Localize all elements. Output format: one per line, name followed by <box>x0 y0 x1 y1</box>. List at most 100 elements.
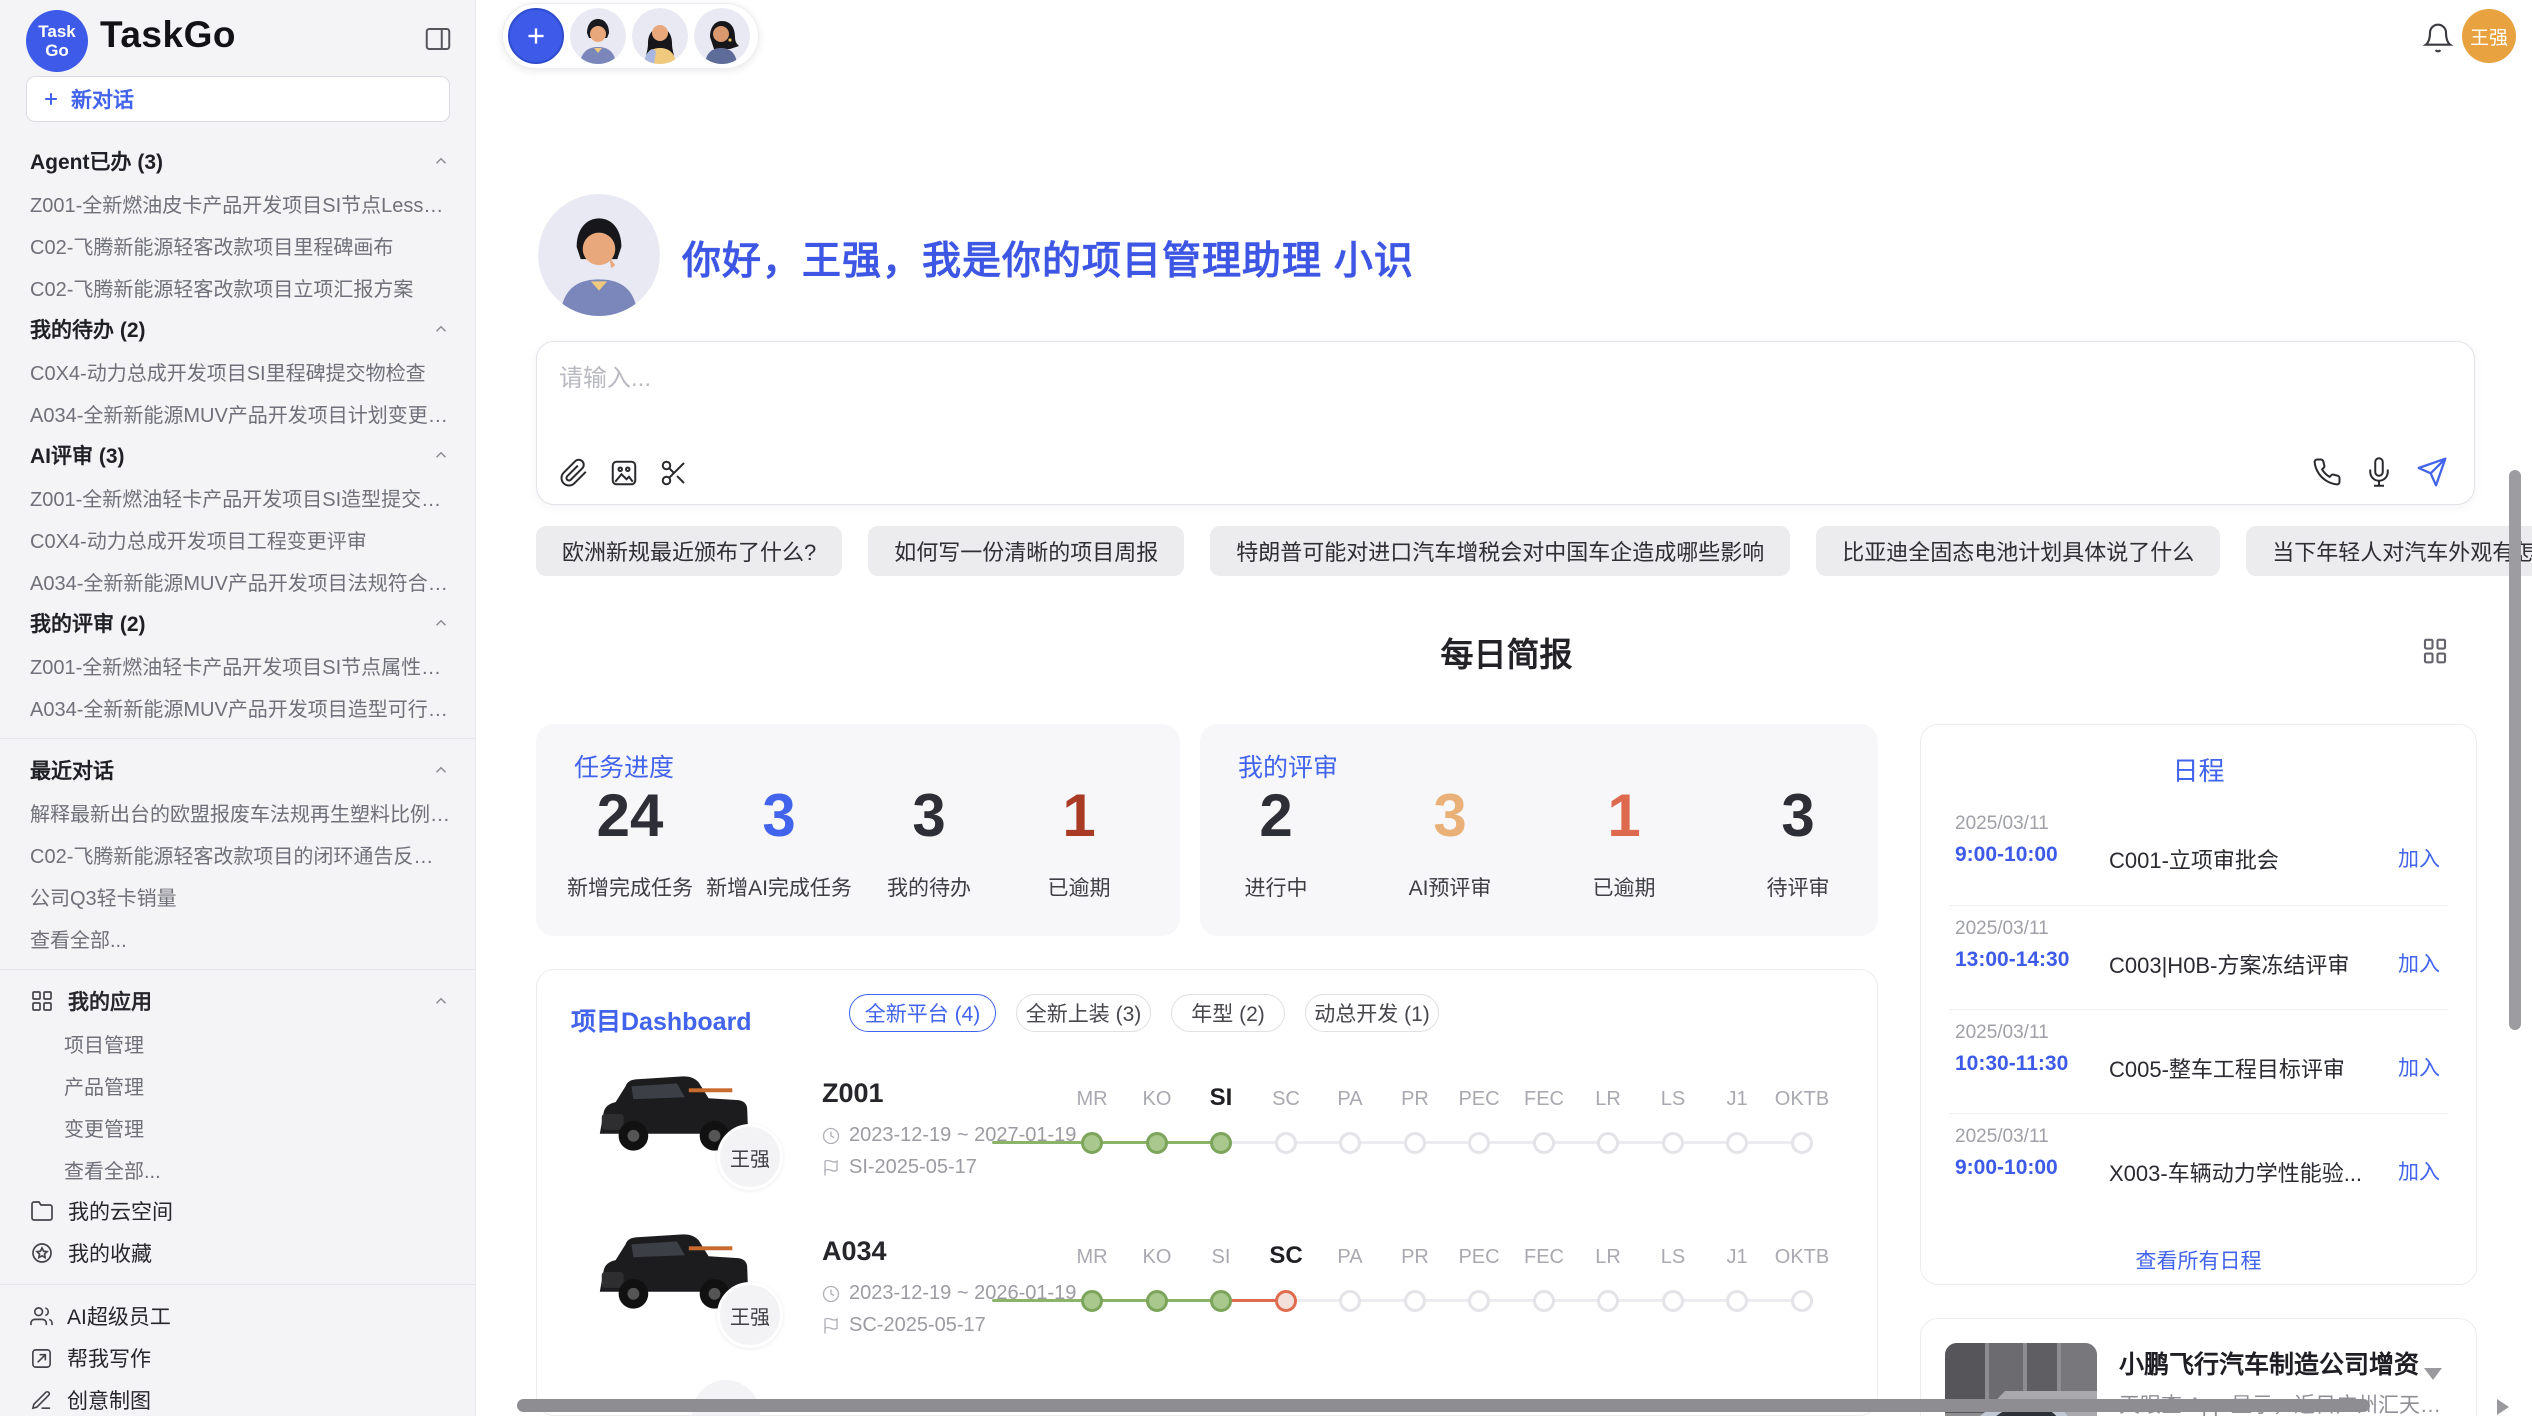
join-link[interactable]: 加入 <box>2398 843 2440 873</box>
chevron-up-icon[interactable] <box>432 446 450 464</box>
recent-chat-view-all[interactable]: 查看全部... <box>0 917 476 959</box>
notification-bell-icon[interactable] <box>2422 22 2454 54</box>
sidebar-group-recent-chats[interactable]: 最近对话 <box>0 749 476 791</box>
milestone-node[interactable] <box>1468 1290 1490 1312</box>
scissors-icon[interactable] <box>659 458 689 488</box>
chevron-up-icon[interactable] <box>432 761 450 779</box>
chevron-up-icon[interactable] <box>432 152 450 170</box>
recent-chat-item[interactable]: 解释最新出台的欧盟报废车法规再生塑料比例被调至15%... <box>0 791 476 833</box>
app-item-product-mgmt[interactable]: 产品管理 <box>0 1064 476 1106</box>
user-avatar[interactable]: 王强 <box>2462 9 2516 63</box>
app-item-project-mgmt[interactable]: 项目管理 <box>0 1022 476 1064</box>
agent-avatar-2[interactable] <box>632 8 688 64</box>
microphone-icon[interactable] <box>2364 457 2394 487</box>
event-date: 2025/03/11 <box>1955 1022 2049 1044</box>
milestone-node-done[interactable] <box>1081 1290 1103 1312</box>
milestone-node[interactable] <box>1404 1132 1426 1154</box>
sidebar-group-agent-done[interactable]: Agent已办 (3) <box>0 140 476 182</box>
tab-new-top[interactable]: 全新上装 (3) <box>1016 994 1151 1032</box>
suggestion-chip[interactable]: 比亚迪全固态电池计划具体说了什么 <box>1816 526 2220 576</box>
milestone-node[interactable] <box>1533 1290 1555 1312</box>
tab-powertrain-dev[interactable]: 动总开发 (1) <box>1305 994 1439 1032</box>
chevron-up-icon[interactable] <box>432 992 450 1010</box>
sidebar-item[interactable]: A034-全新新能源MUV产品开发项目造型可行性评审 <box>0 686 476 728</box>
collapse-sidebar-icon[interactable] <box>423 24 453 54</box>
sidebar-item[interactable]: A034-全新新能源MUV产品开发项目计划变更表编写 <box>0 392 476 434</box>
app-item-view-all[interactable]: 查看全部... <box>0 1148 476 1190</box>
sidebar-item-creative-draw[interactable]: 创意制图 <box>0 1379 476 1416</box>
sidebar-group-ai-review[interactable]: AI评审 (3) <box>0 434 476 476</box>
sidebar-item-my-apps[interactable]: 我的应用 <box>0 980 476 1022</box>
suggestion-chip[interactable]: 当下年轻人对汽车外观有怎样的喜好趋势 <box>2246 526 2532 576</box>
project-flag-date: SC-2025-05-17 <box>822 1314 986 1337</box>
milestone-node[interactable] <box>1597 1132 1619 1154</box>
sidebar-item[interactable]: C02-飞腾新能源轻客改款项目里程碑画布 <box>0 224 476 266</box>
agent-avatar-1[interactable] <box>570 8 626 64</box>
vertical-scrollbar[interactable] <box>2509 470 2521 1030</box>
recent-chat-item[interactable]: 公司Q3轻卡销量 <box>0 875 476 917</box>
app-title: TaskGo <box>100 14 236 56</box>
attachment-icon[interactable] <box>559 458 589 488</box>
project-row[interactable]: 王强 A034 2023-12-19 ~ 2026-01-19 SC-2025-… <box>537 1208 1878 1366</box>
sidebar-item-favorites[interactable]: 我的收藏 <box>0 1232 476 1274</box>
join-link[interactable]: 加入 <box>2398 1052 2440 1082</box>
sidebar-item-ai-super-staff[interactable]: AI超级员工 <box>0 1295 476 1337</box>
sidebar-item[interactable]: A034-全新新能源MUV产品开发项目法规符合性评审 <box>0 560 476 602</box>
view-all-schedule-link[interactable]: 查看所有日程 <box>1921 1245 2476 1275</box>
milestone-node[interactable] <box>1275 1132 1297 1154</box>
milestone-progress <box>992 1299 1221 1302</box>
layout-grid-icon[interactable] <box>2420 636 2450 666</box>
milestone-node-done[interactable] <box>1146 1132 1168 1154</box>
horizontal-scrollbar[interactable] <box>517 1399 2370 1412</box>
event-time: 9:00-10:00 <box>1955 843 2058 867</box>
sidebar-item[interactable]: Z001-全新燃油轻卡产品开发项目SI节点属性5D文件评审 <box>0 644 476 686</box>
milestone-node[interactable] <box>1404 1290 1426 1312</box>
phone-icon[interactable] <box>2312 457 2342 487</box>
sidebar-item[interactable]: Z001-全新燃油皮卡产品开发项目SI节点Lesson Learn报告 <box>0 182 476 224</box>
tab-year-model[interactable]: 年型 (2) <box>1171 994 1285 1032</box>
milestone-node-done[interactable] <box>1210 1290 1232 1312</box>
milestone-node-alert[interactable] <box>1275 1290 1297 1312</box>
milestone-node[interactable] <box>1597 1290 1619 1312</box>
send-icon[interactable] <box>2416 456 2448 488</box>
suggestion-chip[interactable]: 如何写一份清晰的项目周报 <box>868 526 1184 576</box>
scroll-right-arrow[interactable] <box>2497 1399 2509 1415</box>
milestone-node[interactable] <box>1533 1132 1555 1154</box>
milestone-node-done[interactable] <box>1210 1132 1232 1154</box>
new-chat-button[interactable]: 新对话 <box>26 76 450 122</box>
milestone-node[interactable] <box>1791 1132 1813 1154</box>
suggestion-chip[interactable]: 特朗普可能对进口汽车增税会对中国车企造成哪些影响 <box>1210 526 1790 576</box>
milestone-node[interactable] <box>1468 1132 1490 1154</box>
sidebar-item-help-write[interactable]: 帮我写作 <box>0 1337 476 1379</box>
tab-all-new-platform[interactable]: 全新平台 (4) <box>849 994 996 1032</box>
join-link[interactable]: 加入 <box>2398 1156 2440 1186</box>
milestone-node[interactable] <box>1662 1132 1684 1154</box>
project-row[interactable]: 王强 Z001 2023-12-19 ~ 2027-01-19 SI-2025-… <box>537 1050 1878 1208</box>
milestone-node[interactable] <box>1726 1290 1748 1312</box>
app-item-change-mgmt[interactable]: 变更管理 <box>0 1106 476 1148</box>
chevron-up-icon[interactable] <box>432 614 450 632</box>
sidebar-group-my-todo[interactable]: 我的待办 (2) <box>0 308 476 350</box>
milestone-node[interactable] <box>1726 1132 1748 1154</box>
sidebar-item[interactable]: C02-飞腾新能源轻客改款项目立项汇报方案 <box>0 266 476 308</box>
sidebar-item[interactable]: C0X4-动力总成开发项目工程变更评审 <box>0 518 476 560</box>
agent-avatar-3[interactable] <box>694 8 750 64</box>
milestone-node[interactable] <box>1339 1290 1361 1312</box>
add-agent-button[interactable] <box>508 8 564 64</box>
sidebar-item[interactable]: Z001-全新燃油轻卡产品开发项目SI造型提交物评审 <box>0 476 476 518</box>
sidebar-item-cloud-space[interactable]: 我的云空间 <box>0 1190 476 1232</box>
milestone-node[interactable] <box>1339 1132 1361 1154</box>
join-link[interactable]: 加入 <box>2398 948 2440 978</box>
milestone-node-done[interactable] <box>1146 1290 1168 1312</box>
scroll-down-arrow[interactable] <box>2424 1368 2442 1380</box>
recent-chat-item[interactable]: C02-飞腾新能源轻客改款项目的闭环通告反馈情况 <box>0 833 476 875</box>
sidebar-group-my-review[interactable]: 我的评审 (2) <box>0 602 476 644</box>
milestone-node[interactable] <box>1791 1290 1813 1312</box>
sidebar-item[interactable]: C0X4-动力总成开发项目SI里程碑提交物检查 <box>0 350 476 392</box>
milestone-node[interactable] <box>1662 1290 1684 1312</box>
milestone-node-done[interactable] <box>1081 1132 1103 1154</box>
image-icon[interactable] <box>609 458 639 488</box>
chevron-up-icon[interactable] <box>432 320 450 338</box>
chat-input[interactable] <box>557 356 2057 402</box>
suggestion-chip[interactable]: 欧洲新规最近颁布了什么? <box>536 526 842 576</box>
